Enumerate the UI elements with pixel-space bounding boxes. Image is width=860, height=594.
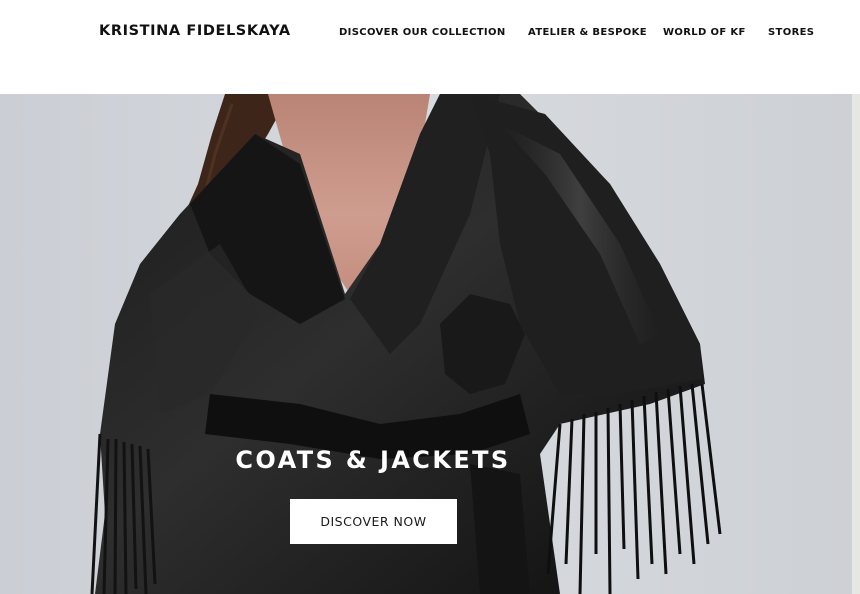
nav-stores[interactable]: STORES: [768, 27, 814, 38]
site-header: KRISTINA FIDELSKAYA DISCOVER OUR COLLECT…: [0, 0, 860, 94]
hero-banner[interactable]: COATS & JACKETS DISCOVER NOW: [0, 94, 860, 594]
nav-discover-collection[interactable]: DISCOVER OUR COLLECTION: [339, 27, 506, 38]
main-nav: DISCOVER OUR COLLECTION ATELIER & BESPOK…: [0, 27, 860, 41]
nav-world-of-kf[interactable]: WORLD OF KF: [663, 27, 746, 38]
hero-title: COATS & JACKETS: [235, 446, 511, 474]
nav-atelier-bespoke[interactable]: ATELIER & BESPOKE: [528, 27, 647, 38]
discover-now-button[interactable]: DISCOVER NOW: [290, 499, 457, 544]
scrollbar[interactable]: [852, 94, 860, 594]
page: KRISTINA FIDELSKAYA DISCOVER OUR COLLECT…: [0, 0, 860, 594]
